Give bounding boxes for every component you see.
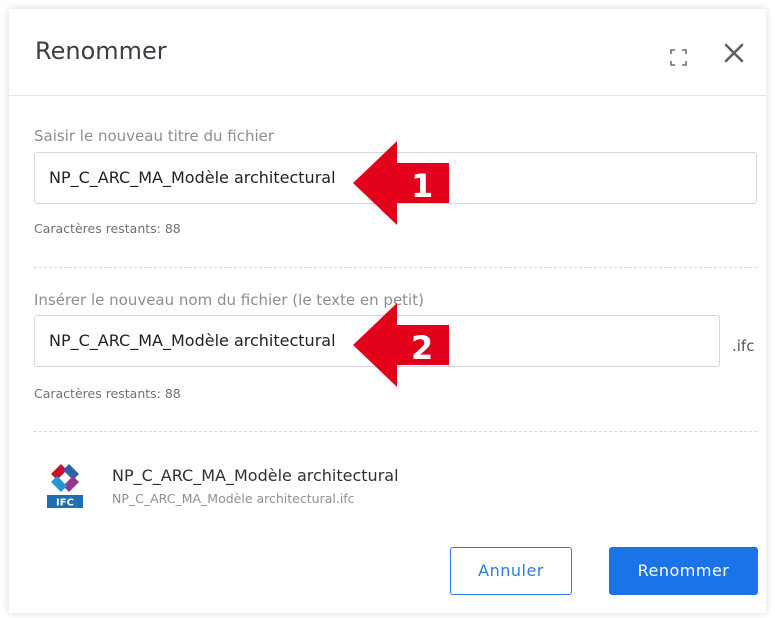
close-icon[interactable]: [723, 42, 745, 64]
annotation-number-2: 2: [411, 329, 433, 367]
dialog-header: Renommer: [9, 9, 766, 96]
title-remaining-chars: Caractères restants: 88: [34, 221, 181, 236]
file-preview-filename: NP_C_ARC_MA_Modèle architectural.ifc: [112, 491, 355, 506]
file-preview-name: NP_C_ARC_MA_Modèle architectural: [112, 466, 399, 485]
divider: [34, 431, 757, 432]
annotation-arrow-1: 1: [353, 141, 449, 225]
annotation-number-1: 1: [411, 167, 433, 205]
dialog-title: Renommer: [35, 37, 167, 65]
file-extension: .ifc: [732, 337, 755, 355]
rename-button[interactable]: Renommer: [609, 547, 758, 595]
divider: [34, 267, 757, 268]
ifc-icon-label: IFC: [56, 498, 74, 509]
ifc-file-icon: IFC: [47, 464, 83, 509]
expand-icon[interactable]: [670, 49, 687, 66]
filename-remaining-chars: Caractères restants: 88: [34, 386, 181, 401]
title-field-label: Saisir le nouveau titre du fichier: [34, 127, 275, 145]
cancel-button[interactable]: Annuler: [450, 547, 572, 595]
annotation-arrow-2: 2: [353, 303, 449, 387]
